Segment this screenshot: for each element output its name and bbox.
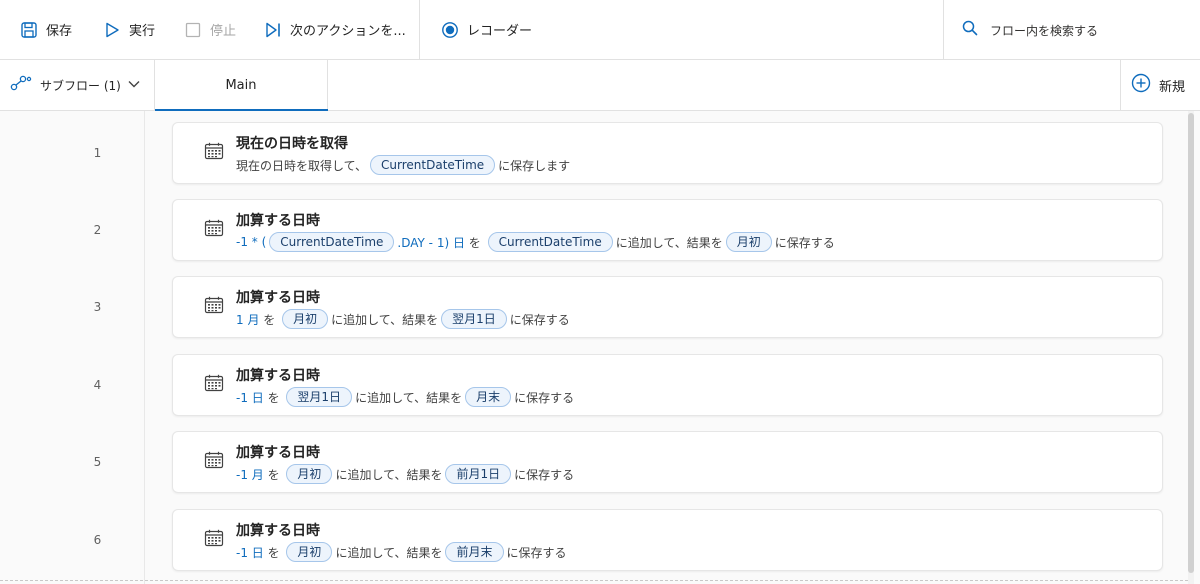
stop-label: 停止 (210, 24, 237, 39)
flow-canvas: 123456 現在の日時を取得 現在の日時を取得して、 CurrentDateTim… (0, 111, 1200, 584)
variable-pill[interactable]: 月初 (286, 542, 333, 562)
description-text: に保存する (506, 545, 567, 560)
variable-pill[interactable]: 翌月1日 (441, 309, 507, 329)
recorder-label: レコーダー (467, 24, 533, 39)
play-icon (103, 21, 121, 39)
calendar-icon (204, 219, 224, 241)
search-icon (962, 20, 978, 40)
parameter-value: -1 月 (236, 467, 264, 482)
calendar-icon (204, 529, 224, 551)
save-label: 保存 (46, 24, 73, 39)
parameter-value: 1 月 (236, 312, 260, 327)
tab-bar: サブフロー (1) Main 新規 (0, 60, 1200, 111)
description-text: 現在の日時を取得して、 (236, 158, 368, 173)
action-description: -1 * (CurrentDateTime .DAY - 1) 日 を Curre… (236, 231, 835, 253)
description-text: を (263, 390, 284, 405)
stop-icon (184, 21, 202, 39)
action-title: 加算する日時 (236, 290, 320, 306)
action-title: 加算する日時 (236, 368, 320, 384)
toolbar: 保存 実行 停止 次のアクションを... レコーダー フロー内を検索する (0, 0, 1200, 60)
line-number: 5 (93, 455, 102, 469)
line-number: 3 (93, 300, 102, 314)
action-card[interactable]: 現在の日時を取得現在の日時を取得して、 CurrentDateTime に保存します (172, 122, 1163, 184)
calendar-icon (204, 142, 224, 164)
variable-pill[interactable]: 月末 (465, 387, 512, 407)
parameter-value: -1 * ( (236, 235, 267, 249)
description-text: に保存する (514, 467, 575, 482)
description-text: に保存する (774, 235, 835, 250)
description-text: に追加して、結果を (355, 390, 463, 405)
variable-pill[interactable]: 翌月1日 (286, 387, 353, 407)
run-button[interactable]: 実行 (103, 0, 155, 60)
search-input[interactable]: フロー内を検索する (943, 0, 1200, 60)
action-card[interactable]: 加算する日時 -1 月 を 月初 に追加して、結果を 前月1日 に保存する (172, 431, 1163, 493)
description-text: に保存する (514, 390, 575, 405)
description-text: に保存する (509, 312, 570, 327)
subflow-dropdown[interactable]: サブフロー (1) (0, 60, 155, 110)
parameter-value: -1 日 (236, 390, 264, 405)
vertical-scrollbar[interactable] (1188, 111, 1194, 584)
variable-pill[interactable]: CurrentDateTime (487, 232, 613, 252)
step-next-icon (264, 21, 282, 39)
description-text: に保存します (498, 158, 571, 173)
variable-pill[interactable]: 月初 (282, 309, 329, 329)
recorder-button[interactable]: レコーダー (441, 0, 532, 60)
chevron-down-icon (127, 78, 141, 93)
toolbar-divider (419, 0, 420, 60)
line-number: 1 (93, 146, 102, 160)
record-icon (441, 21, 459, 39)
new-subflow-button[interactable]: 新規 (1120, 60, 1200, 110)
variable-pill[interactable]: 月初 (725, 232, 772, 252)
stop-button[interactable]: 停止 (184, 0, 236, 60)
action-title: 加算する日時 (236, 523, 320, 539)
action-title: 現在の日時を取得 (236, 136, 348, 152)
action-title: 加算する日時 (236, 213, 320, 229)
new-label: 新規 (1159, 79, 1186, 95)
variable-pill[interactable]: CurrentDateTime (269, 232, 395, 252)
add-icon (1131, 73, 1151, 97)
calendar-icon (204, 374, 224, 396)
variable-pill[interactable]: 前月1日 (445, 464, 512, 484)
tab-main[interactable]: Main (155, 60, 328, 111)
calendar-icon (204, 451, 224, 473)
description-text: に追加して、結果を (335, 545, 443, 560)
description-text: を (263, 545, 284, 560)
variable-pill[interactable]: 月初 (286, 464, 333, 484)
run-label: 実行 (129, 24, 156, 39)
parameter-value: .DAY - 1) 日 (397, 235, 465, 250)
action-description: -1 月 を 月初 に追加して、結果を 前月1日 に保存する (236, 463, 574, 485)
save-icon (20, 21, 38, 39)
line-number-gutter: 1 2 3 4 5 6 (0, 111, 145, 584)
action-description: -1 日 を 翌月1日 に追加して、結果を 月末 に保存する (236, 386, 574, 408)
drop-indicator (0, 580, 1188, 581)
calendar-icon (204, 296, 224, 318)
action-card[interactable]: 加算する日時 1 月 を 月初 に追加して、結果を 翌月1日 に保存する (172, 276, 1163, 338)
action-card[interactable]: 加算する日時 -1 日 を 翌月1日 に追加して、結果を 月末 に保存する (172, 354, 1163, 416)
line-number: 6 (93, 533, 102, 547)
search-placeholder: フロー内を検索する (990, 23, 1099, 38)
run-next-label: 次のアクションを... (290, 24, 406, 39)
description-text: に追加して、結果を (615, 235, 723, 250)
action-title: 加算する日時 (236, 445, 320, 461)
run-next-action-button[interactable]: 次のアクションを... (264, 0, 406, 60)
subflow-label: サブフロー (1) (40, 78, 121, 93)
description-text: を (464, 235, 485, 250)
variable-pill[interactable]: CurrentDateTime (370, 155, 496, 175)
parameter-value: -1 日 (236, 545, 264, 560)
variable-pill[interactable]: 前月末 (445, 542, 504, 562)
line-number: 2 (93, 223, 102, 237)
description-text: を (263, 467, 284, 482)
save-button[interactable]: 保存 (20, 0, 72, 60)
description-text: を (259, 312, 280, 327)
action-description: 現在の日時を取得して、 CurrentDateTime に保存します (236, 154, 570, 176)
action-description: 1 月 を 月初 に追加して、結果を 翌月1日 に保存する (236, 308, 570, 330)
description-text: に追加して、結果を (335, 467, 443, 482)
action-card[interactable]: 加算する日時 -1 日 を 月初 に追加して、結果を 前月末 に保存する (172, 509, 1163, 571)
subflow-icon (10, 74, 32, 96)
line-number: 4 (93, 378, 102, 392)
description-text: に追加して、結果を (331, 312, 439, 327)
action-description: -1 日 を 月初 に追加して、結果を 前月末 に保存する (236, 541, 567, 563)
action-card[interactable]: 加算する日時 -1 * (CurrentDateTime .DAY - 1) 日 を… (172, 199, 1163, 261)
scrollbar-thumb[interactable] (1188, 113, 1194, 573)
